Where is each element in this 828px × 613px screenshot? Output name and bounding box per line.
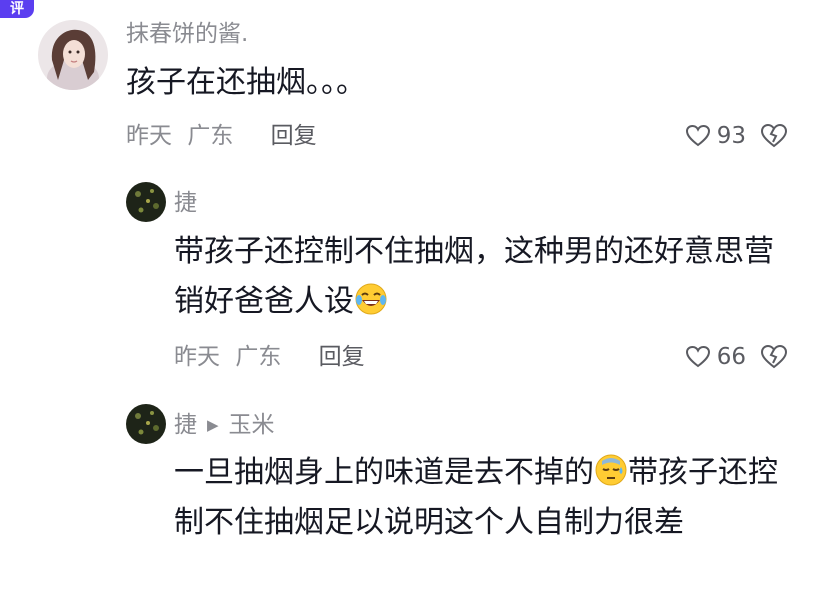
reply-text-content: 一旦抽烟身上的味道是去不掉的 xyxy=(174,455,594,490)
sweat-emoji xyxy=(595,454,627,486)
like-button[interactable]: 66 xyxy=(685,342,746,372)
reply-to-username[interactable]: 玉米 xyxy=(229,412,275,438)
comment-location: 广东 xyxy=(187,123,234,149)
reply-username[interactable]: 捷 xyxy=(174,188,197,218)
reply-text: 一旦抽烟身上的味道是去不掉的 带孩子还控制不住抽烟足以说明这个人自制力很差 xyxy=(174,448,794,548)
like-count: 93 xyxy=(716,123,746,149)
comment-meta: 昨天 广东 回复 xyxy=(126,121,317,151)
avatar[interactable] xyxy=(126,404,166,444)
avatar[interactable] xyxy=(38,20,108,90)
reply-button[interactable]: 回复 xyxy=(319,344,365,370)
reply-location: 广东 xyxy=(235,344,282,370)
comment-username[interactable]: 抹春饼的酱. xyxy=(126,19,248,49)
reply-text: 带孩子还控制不住抽烟，这种男的还好意思营销好爸爸人设 xyxy=(174,227,794,327)
heart-icon xyxy=(685,124,710,147)
like-button[interactable]: 93 xyxy=(685,121,746,151)
reply-meta: 昨天 广东 回复 xyxy=(174,342,365,372)
reply-username-text[interactable]: 捷 xyxy=(174,412,197,438)
like-count: 66 xyxy=(716,344,746,370)
reply-text-content: 带孩子还控制不住抽烟，这种男的还好意思营销好爸爸人设 xyxy=(174,234,774,319)
reply-button[interactable]: 回复 xyxy=(271,123,317,149)
laughing-tears-emoji xyxy=(355,283,387,315)
broken-heart-icon[interactable] xyxy=(760,123,788,149)
avatar[interactable] xyxy=(126,182,166,222)
reply-time: 昨天 xyxy=(174,344,220,370)
play-arrow-icon: ▶ xyxy=(207,416,219,434)
heart-icon xyxy=(685,345,710,368)
comment-time: 昨天 xyxy=(126,123,172,149)
corner-badge: 评 xyxy=(0,0,34,18)
reply-username: 捷 ▶ 玉米 xyxy=(174,410,275,442)
comment-text: 孩子在还抽烟。。。 xyxy=(126,65,366,100)
broken-heart-icon[interactable] xyxy=(760,344,788,370)
